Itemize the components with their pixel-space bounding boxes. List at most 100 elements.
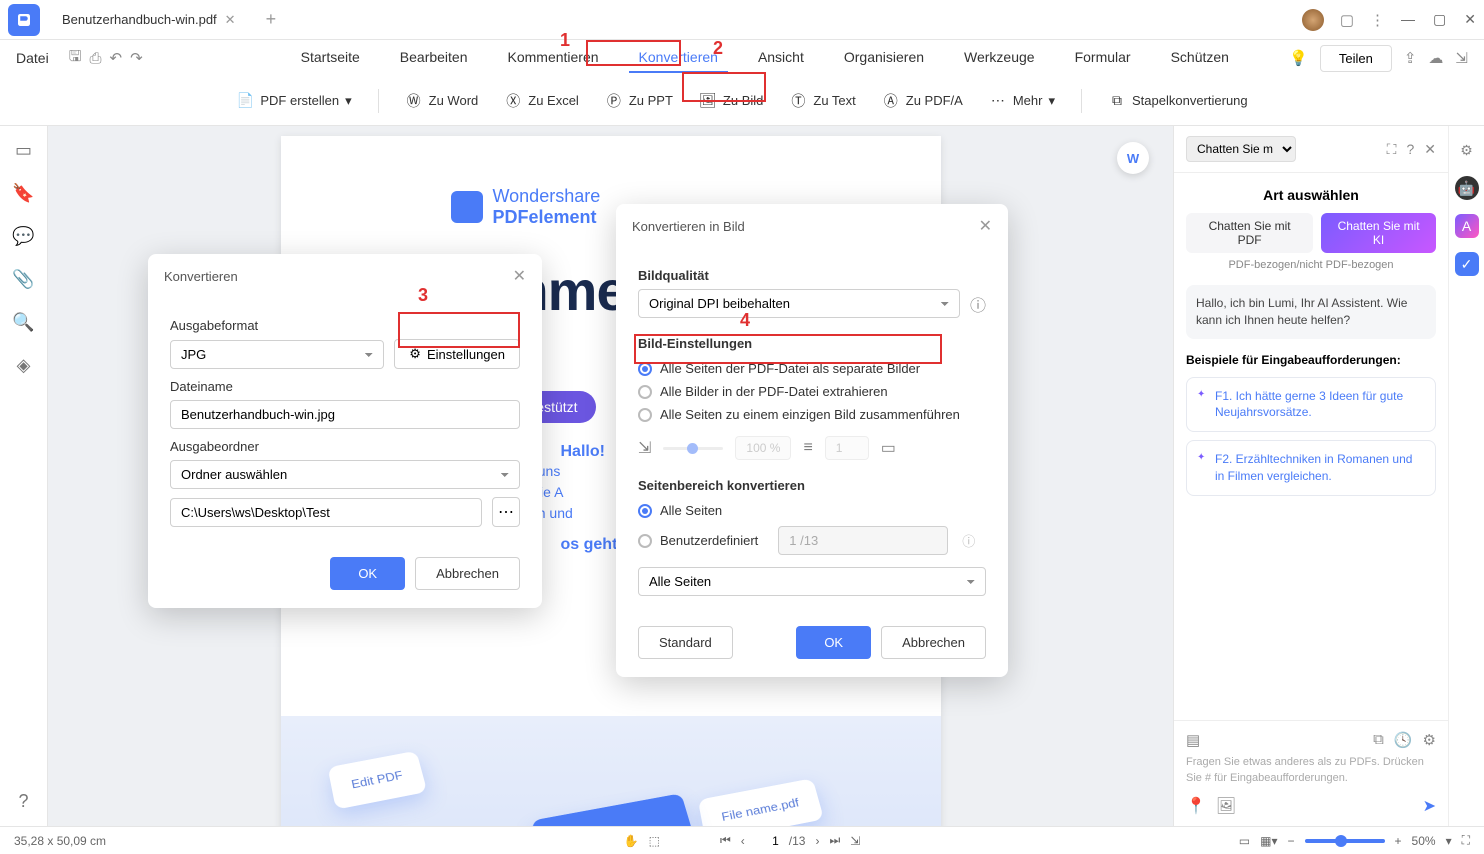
close-window-icon[interactable]: ✕ bbox=[1464, 11, 1476, 28]
image-dialog-close-icon[interactable]: ✕ bbox=[979, 216, 992, 236]
ai-mode-select[interactable]: Chatten Sie mit de bbox=[1186, 136, 1296, 162]
ai-a-icon[interactable]: A bbox=[1455, 214, 1479, 238]
thumbnails-icon[interactable]: ▭ bbox=[15, 140, 32, 161]
standard-button[interactable]: Standard bbox=[638, 626, 733, 659]
fullscreen-icon[interactable]: ⛶ bbox=[1462, 833, 1470, 848]
to-ppt-button[interactable]: ⓅZu PPT bbox=[595, 86, 683, 116]
sliders-icon[interactable]: ⚙ bbox=[1455, 138, 1479, 162]
save-icon[interactable]: 🖫 bbox=[69, 46, 82, 71]
expand-icon[interactable]: ⛶ bbox=[1387, 141, 1397, 158]
tab-ansicht[interactable]: Ansicht bbox=[748, 43, 814, 73]
more-button[interactable]: ⋯Mehr▾ bbox=[979, 86, 1065, 116]
zoom-value[interactable]: 50% bbox=[1412, 834, 1436, 848]
select-tool-icon[interactable]: ⬚ bbox=[649, 834, 660, 848]
quality-select[interactable]: Original DPI beibehalten bbox=[638, 289, 960, 318]
suggestion-1[interactable]: F1. Ich hätte gerne 3 Ideen für gute Neu… bbox=[1186, 377, 1436, 433]
settings-button[interactable]: ⚙Einstellungen bbox=[394, 339, 520, 369]
to-text-button[interactable]: ⓉZu Text bbox=[779, 86, 865, 116]
convert-ok-button[interactable]: OK bbox=[330, 557, 405, 590]
image-cancel-button[interactable]: Abbrechen bbox=[881, 626, 986, 659]
ai-help-icon[interactable]: ? bbox=[1406, 141, 1414, 158]
to-pdfa-button[interactable]: ⒶZu PDF/A bbox=[872, 86, 973, 116]
tab-werkzeuge[interactable]: Werkzeuge bbox=[954, 43, 1045, 73]
tab-konvertieren[interactable]: Konvertieren bbox=[629, 43, 728, 73]
check-icon[interactable]: ✓ bbox=[1455, 252, 1479, 276]
help-icon[interactable]: ? bbox=[18, 791, 28, 812]
cloud-icon[interactable]: ☁ bbox=[1428, 49, 1443, 67]
page-number-input[interactable] bbox=[755, 834, 779, 848]
last-page-icon[interactable]: ⏭ bbox=[829, 833, 840, 848]
convert-dialog-close-icon[interactable]: ✕ bbox=[513, 266, 526, 286]
to-image-button[interactable]: 🖼Zu Bild bbox=[689, 86, 773, 116]
redo-icon[interactable]: ↷ bbox=[130, 49, 143, 67]
maximize-icon[interactable]: ▢ bbox=[1433, 11, 1446, 28]
page-jump-icon[interactable]: ⇲ bbox=[850, 834, 860, 848]
floating-convert-word-icon[interactable]: W bbox=[1117, 142, 1149, 174]
convert-cancel-button[interactable]: Abbrechen bbox=[415, 557, 520, 590]
comments-icon[interactable]: 💬 bbox=[12, 226, 34, 247]
browse-folder-button[interactable]: ⋯ bbox=[492, 497, 520, 527]
export-icon[interactable]: ⇲ bbox=[1455, 49, 1468, 67]
share-button[interactable]: Teilen bbox=[1320, 45, 1392, 72]
layers-icon[interactable]: ◈ bbox=[17, 355, 31, 376]
view-mode-icon[interactable]: ▦▾ bbox=[1260, 834, 1277, 848]
zoom-dropdown-icon[interactable]: ▾ bbox=[1446, 834, 1452, 848]
radio-extract-images[interactable]: Alle Bilder in der PDF-Datei extrahieren bbox=[638, 380, 986, 403]
radio-all-pages[interactable]: Alle Seiten bbox=[638, 499, 986, 522]
to-word-button[interactable]: ⓌZu Word bbox=[395, 86, 489, 116]
zoom-in-icon[interactable]: + bbox=[1395, 834, 1402, 848]
ai-close-icon[interactable]: ✕ bbox=[1424, 141, 1436, 158]
attachments-icon[interactable]: 📎 bbox=[12, 269, 34, 290]
range-select[interactable]: Alle Seiten bbox=[638, 567, 986, 596]
search-icon[interactable]: 🔍 bbox=[12, 312, 34, 333]
lightbulb-icon[interactable]: 💡 bbox=[1289, 49, 1308, 67]
batch-convert-button[interactable]: ⧉Stapelkonvertierung bbox=[1098, 86, 1258, 116]
prev-page-icon[interactable]: ‹ bbox=[741, 834, 745, 848]
to-excel-button[interactable]: ⓍZu Excel bbox=[494, 86, 589, 116]
zoom-out-icon[interactable]: − bbox=[1288, 834, 1295, 848]
file-menu[interactable]: Datei bbox=[16, 50, 49, 66]
history-icon[interactable]: 🕓 bbox=[1394, 731, 1413, 749]
print-icon[interactable]: ⎙ bbox=[89, 50, 101, 67]
folder-path-input[interactable] bbox=[170, 498, 482, 527]
chat-ai-tab[interactable]: Chatten Sie mit KI bbox=[1321, 213, 1436, 253]
user-avatar[interactable] bbox=[1302, 9, 1324, 31]
more-menu-icon[interactable]: ⋮ bbox=[1370, 11, 1385, 29]
ai-templates-icon[interactable]: ▤ bbox=[1186, 731, 1200, 749]
tab-close-icon[interactable]: ✕ bbox=[225, 12, 236, 28]
tab-add-button[interactable]: + bbox=[258, 5, 285, 34]
folder-select[interactable]: Ordner auswählen bbox=[170, 460, 520, 489]
read-mode-icon[interactable]: ▭ bbox=[1239, 834, 1250, 848]
create-pdf-button[interactable]: 📄 PDF erstellen ▾ bbox=[226, 86, 361, 116]
undo-icon[interactable]: ↶ bbox=[109, 49, 122, 67]
tab-bearbeiten[interactable]: Bearbeiten bbox=[390, 43, 478, 73]
feedback-icon[interactable]: ▢ bbox=[1340, 11, 1354, 29]
hand-tool-icon[interactable]: ✋ bbox=[624, 834, 639, 848]
zoom-slider[interactable] bbox=[1305, 839, 1385, 843]
suggestion-2[interactable]: F2. Erzähltechniken in Romanen und in Fi… bbox=[1186, 440, 1436, 496]
image-attach-icon[interactable]: 🖼 bbox=[1216, 796, 1236, 816]
first-page-icon[interactable]: ⏮ bbox=[720, 833, 731, 848]
bot-icon[interactable]: 🤖 bbox=[1455, 176, 1479, 200]
next-page-icon[interactable]: › bbox=[815, 834, 819, 848]
image-ok-button[interactable]: OK bbox=[796, 626, 871, 659]
share-link-icon[interactable]: ⇪ bbox=[1404, 49, 1417, 67]
radio-custom-range[interactable]: Benutzerdefiniert ⓘ bbox=[638, 522, 986, 559]
send-icon[interactable]: ➤ bbox=[1423, 796, 1436, 816]
format-select[interactable]: JPG bbox=[170, 340, 384, 369]
copy-icon[interactable]: ⧉ bbox=[1373, 731, 1384, 749]
location-icon[interactable]: 📍 bbox=[1186, 796, 1206, 816]
tab-kommentieren[interactable]: Kommentieren bbox=[498, 43, 609, 73]
bookmarks-icon[interactable]: 🔖 bbox=[12, 183, 34, 204]
minimize-icon[interactable]: — bbox=[1401, 11, 1415, 28]
ai-input-placeholder[interactable]: Fragen Sie etwas anderes als zu PDFs. Dr… bbox=[1186, 755, 1436, 786]
ai-settings-icon[interactable]: ⚙ bbox=[1423, 731, 1436, 749]
tab-formular[interactable]: Formular bbox=[1065, 43, 1141, 73]
radio-separate-pages[interactable]: Alle Seiten der PDF-Datei als separate B… bbox=[638, 357, 986, 380]
chat-pdf-tab[interactable]: Chatten Sie mit PDF bbox=[1186, 213, 1313, 253]
document-tab[interactable]: Benutzerhandbuch-win.pdf ✕ bbox=[48, 6, 250, 34]
filename-input[interactable] bbox=[170, 400, 520, 429]
tab-schuetzen[interactable]: Schützen bbox=[1161, 43, 1239, 73]
tab-organisieren[interactable]: Organisieren bbox=[834, 43, 934, 73]
radio-merge-single[interactable]: Alle Seiten zu einem einzigen Bild zusam… bbox=[638, 403, 986, 426]
